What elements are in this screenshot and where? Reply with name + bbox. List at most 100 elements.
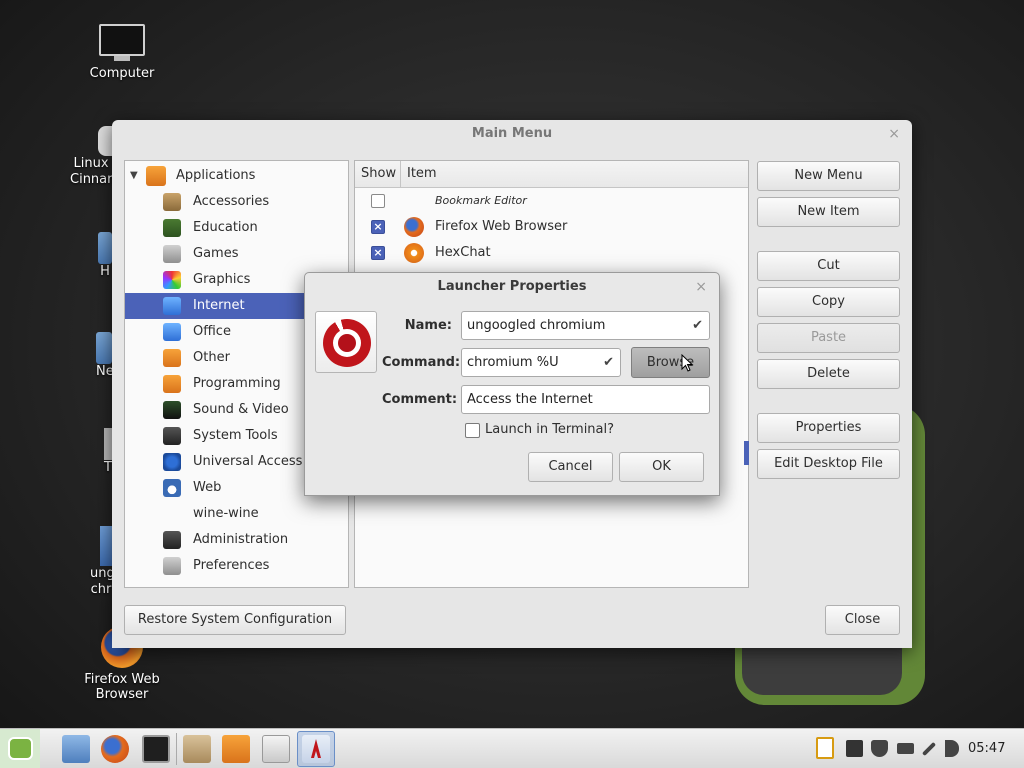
launcher-properties-taskbar-icon[interactable] [302, 735, 330, 763]
keyboard-icon[interactable] [897, 743, 914, 754]
item-label: Bookmark Editor [435, 194, 527, 207]
expander-triangle-icon[interactable]: ▼ [130, 163, 138, 189]
item-row-firefox[interactable]: × Firefox Web Browser [355, 214, 748, 240]
chromium-icon-center [338, 334, 356, 352]
accessories-icon [163, 193, 181, 211]
category-wine-wine[interactable]: wine-wine [125, 501, 348, 527]
text-editor-icon[interactable] [262, 735, 290, 763]
restore-system-configuration-button[interactable]: Restore System Configuration [124, 605, 346, 635]
name-label: Name: [404, 318, 452, 333]
network-icon[interactable] [921, 741, 937, 757]
paste-button[interactable]: Paste [757, 323, 900, 353]
browse-button[interactable]: Browse [631, 347, 710, 378]
desktop-icon-ungoogled-chromium[interactable]: ung chr [90, 526, 115, 598]
category-label: Universal Access [193, 454, 303, 469]
column-header-show[interactable]: Show [355, 161, 401, 187]
main-menu-titlebar[interactable]: Main Menu × [112, 120, 912, 148]
new-item-button[interactable]: New Item [757, 197, 900, 227]
parcellite-icon[interactable] [816, 737, 834, 759]
category-preferences[interactable]: Preferences [125, 553, 348, 579]
firefox-icon [404, 217, 424, 237]
column-header-item[interactable]: Item [401, 161, 437, 187]
shield-icon[interactable] [871, 740, 888, 757]
desktop-icon-label: ung [90, 566, 115, 581]
desktop-icon-home[interactable]: H [98, 232, 112, 280]
launch-in-terminal-checkbox[interactable] [465, 423, 480, 438]
internet-icon [163, 297, 181, 315]
comment-value: Access the Internet [467, 392, 593, 407]
sound-video-icon [163, 401, 181, 419]
firefox-icon[interactable] [101, 735, 129, 763]
graphics-icon [163, 271, 181, 289]
clock[interactable]: 05:47 [968, 729, 1005, 768]
file-manager-icon[interactable] [62, 735, 90, 763]
category-label: Sound & Video [193, 402, 289, 417]
other-icon [163, 349, 181, 367]
item-row-bookmark-editor[interactable]: Bookmark Editor [355, 188, 748, 214]
terminal-icon[interactable] [142, 735, 170, 763]
desktop-icon-trash[interactable]: T [104, 428, 112, 476]
desktop-icon-label: Firefox Web [84, 672, 160, 687]
desktop-icon-label: Linux [73, 156, 109, 171]
name-value: ungoogled chromium [467, 318, 606, 333]
new-menu-button[interactable]: New Menu [757, 161, 900, 191]
close-icon[interactable]: × [888, 120, 900, 148]
show-checkbox[interactable]: × [371, 246, 385, 260]
menu-button[interactable] [0, 729, 40, 768]
launcher-icon-button[interactable] [315, 311, 377, 373]
taskbar-separator [176, 733, 177, 765]
item-list-header: Show Item [355, 161, 748, 188]
programming-icon [163, 375, 181, 393]
administration-icon [163, 531, 181, 549]
category-accessories[interactable]: Accessories [125, 189, 348, 215]
desktop-icon-network[interactable]: Ne [96, 332, 114, 380]
category-label: Games [193, 246, 239, 261]
desktop-icon-label: H [100, 264, 110, 279]
edit-desktop-file-button[interactable]: Edit Desktop File [757, 449, 900, 479]
main-menu-editor-icon[interactable] [222, 735, 250, 763]
copy-button[interactable]: Copy [757, 287, 900, 317]
category-education[interactable]: Education [125, 215, 348, 241]
desktop-icon-label: Browser [95, 687, 149, 702]
desktop-icon-label: chr [90, 582, 112, 597]
office-icon [163, 323, 181, 341]
category-label: Graphics [193, 272, 251, 287]
category-games[interactable]: Games [125, 241, 348, 267]
folder-icon [96, 332, 112, 364]
desktop-icon-computer[interactable]: Computer [72, 24, 172, 81]
launcher-file-icon [100, 526, 112, 566]
category-label: Education [193, 220, 258, 235]
dialog-titlebar[interactable]: Launcher Properties × [305, 273, 719, 301]
disc-icon [98, 126, 112, 156]
cut-button[interactable]: Cut [757, 251, 900, 281]
desktop-icon-linux-cinnamon[interactable]: Linux Cinnan [70, 126, 115, 188]
delete-button[interactable]: Delete [757, 359, 900, 389]
category-label: Internet [193, 298, 245, 313]
command-field[interactable]: chromium %U ✔ [461, 348, 621, 377]
ok-button[interactable]: OK [619, 452, 704, 482]
education-icon [163, 219, 181, 237]
show-checkbox[interactable] [371, 194, 385, 208]
archive-manager-icon[interactable] [183, 735, 211, 763]
category-label: System Tools [193, 428, 278, 443]
applications-icon [146, 166, 166, 186]
comment-field[interactable]: Access the Internet [461, 385, 710, 414]
desktop-icon-label: T [104, 460, 112, 475]
show-checkbox[interactable]: × [371, 220, 385, 234]
close-button[interactable]: Close [825, 605, 900, 635]
launch-in-terminal-label[interactable]: Launch in Terminal? [485, 422, 614, 437]
item-row-hexchat[interactable]: × HexChat [355, 240, 748, 266]
name-field[interactable]: ungoogled chromium ✔ [461, 311, 710, 340]
close-icon[interactable]: × [695, 273, 707, 301]
category-label: Accessories [193, 194, 270, 209]
volume-icon[interactable] [945, 740, 959, 757]
notification-icon[interactable] [846, 740, 863, 757]
check-icon: ✔ [692, 318, 703, 333]
desktop-icon-label: Computer [89, 66, 155, 81]
category-applications[interactable]: ▼ Applications [125, 163, 348, 189]
check-icon: ✔ [603, 355, 614, 370]
properties-button[interactable]: Properties [757, 413, 900, 443]
category-administration[interactable]: Administration [125, 527, 348, 553]
item-label: Firefox Web Browser [435, 219, 568, 234]
cancel-button[interactable]: Cancel [528, 452, 613, 482]
